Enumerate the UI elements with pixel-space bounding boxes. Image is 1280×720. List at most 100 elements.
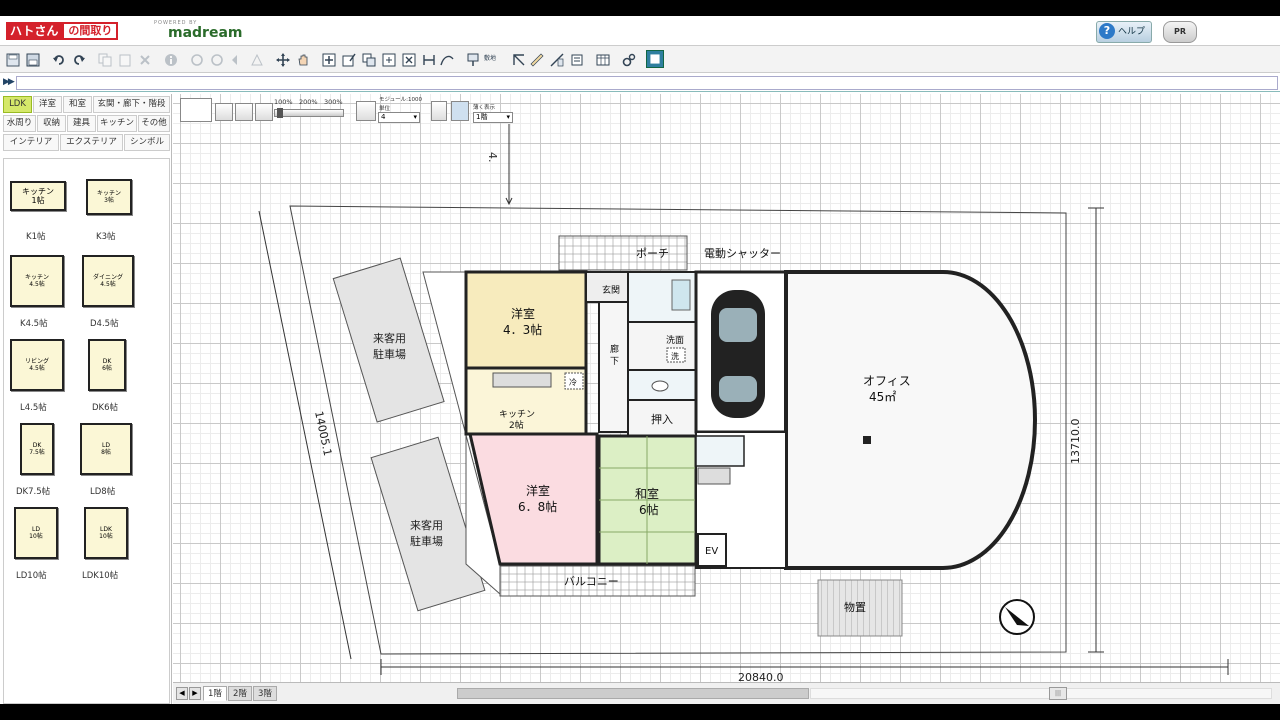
- info-icon[interactable]: [164, 52, 178, 66]
- closet-label: 押入: [651, 412, 673, 426]
- width-dimension-label: 20840.0: [738, 671, 784, 682]
- canvas-control-strip: 100% 200% 300% モジュール:1000 単位 4 薄く表示 1階: [173, 94, 1280, 142]
- zoom-actual-button[interactable]: [235, 103, 253, 121]
- flip-icon[interactable]: [250, 52, 264, 66]
- horizontal-scrollbar[interactable]: [457, 688, 809, 699]
- brand-logo: madream: [168, 25, 243, 41]
- paint-icon[interactable]: [570, 52, 584, 66]
- expand-arrow-icon[interactable]: ▶▶: [3, 77, 15, 87]
- add-point-icon[interactable]: [322, 52, 336, 67]
- part-thumbnail: キッチン 1帖: [10, 181, 66, 211]
- measure-icon[interactable]: [530, 52, 544, 67]
- split-icon[interactable]: [422, 52, 436, 66]
- tab-ldk[interactable]: LDK: [3, 96, 32, 113]
- part-caption: K1帖: [26, 232, 46, 242]
- toilet-room-2[interactable]: [695, 435, 745, 467]
- next-floor-button[interactable]: ▶: [189, 687, 201, 700]
- floor-tab-2[interactable]: 2階: [228, 686, 252, 701]
- cut-icon[interactable]: [402, 52, 416, 67]
- delete-icon[interactable]: [138, 52, 152, 66]
- zoom-slider[interactable]: [274, 108, 344, 118]
- floor-plan[interactable]: 4. 20840.0 13710.0 14005.1 来客用 駐車場 来客用 駐…: [173, 94, 1280, 682]
- tab-exterior[interactable]: エクステリア: [60, 134, 123, 151]
- copy-icon[interactable]: [98, 52, 112, 67]
- tab-kitchen[interactable]: キッチン: [97, 115, 137, 132]
- mirror-icon[interactable]: [230, 52, 244, 66]
- paste-icon[interactable]: [118, 52, 132, 67]
- tab-symbol[interactable]: シンボル: [124, 134, 170, 151]
- new-icon[interactable]: [6, 52, 20, 67]
- help-button[interactable]: ? ヘルプ: [1096, 21, 1152, 43]
- tab-japanese-room[interactable]: 和室: [63, 96, 92, 113]
- part-caption: K3帖: [96, 232, 116, 242]
- part-thumbnail: LD 8帖: [80, 423, 132, 475]
- undo-icon[interactable]: [52, 52, 66, 66]
- hand-icon[interactable]: [296, 52, 310, 66]
- compass-icon[interactable]: [999, 599, 1035, 635]
- layer-view-button[interactable]: [451, 101, 469, 121]
- command-bar: ▶▶: [0, 74, 1280, 92]
- table-icon[interactable]: [596, 52, 610, 66]
- help-icon: ?: [1099, 23, 1115, 39]
- join-icon[interactable]: [382, 52, 396, 67]
- prev-floor-button[interactable]: ◀: [176, 687, 188, 700]
- tab-water[interactable]: 水周り: [3, 115, 36, 132]
- washroom[interactable]: [627, 321, 697, 371]
- zoom-slider-knob[interactable]: [277, 108, 283, 118]
- height-dimension-label: 13710.0: [1069, 419, 1082, 465]
- floor-tab-3[interactable]: 3階: [253, 686, 277, 701]
- display-floor-select[interactable]: 1階: [473, 112, 513, 123]
- save-icon[interactable]: [26, 52, 40, 67]
- kitchen-size: 2帖: [509, 419, 524, 431]
- parking-1-label-line1: 来客用: [373, 331, 406, 345]
- parts-list: キッチン 1帖 K1帖 キッチン 3帖 K3帖 キッチン 4.5帖 K4.5帖 …: [3, 158, 170, 704]
- pan-button[interactable]: [255, 103, 273, 121]
- office-size: 45㎡: [869, 390, 896, 404]
- layer-copy-button[interactable]: [431, 101, 447, 121]
- module-select[interactable]: 4: [378, 112, 420, 123]
- rotate-left-icon[interactable]: [190, 52, 204, 66]
- tab-storage[interactable]: 収納: [37, 115, 66, 132]
- office-name: オフィス: [863, 374, 911, 388]
- tab-interior[interactable]: インテリア: [3, 134, 59, 151]
- tab-fittings[interactable]: 建具: [67, 115, 96, 132]
- pr-button[interactable]: PR: [1163, 21, 1197, 43]
- grid-toggle-button[interactable]: [356, 101, 376, 121]
- horizontal-scroll-track[interactable]: [810, 688, 1272, 699]
- unit-label: 単位: [379, 106, 391, 112]
- corridor-room[interactable]: [598, 301, 629, 433]
- floor-tab-1[interactable]: 1階: [203, 686, 227, 701]
- drawing-canvas[interactable]: 4. 20840.0 13710.0 14005.1 来客用 駐車場 来客用 駐…: [173, 94, 1280, 682]
- zoom-window-button[interactable]: [215, 103, 233, 121]
- settings-icon[interactable]: [622, 52, 636, 67]
- edit-shape-icon[interactable]: [342, 52, 356, 67]
- tab-western-room[interactable]: 洋室: [33, 96, 62, 113]
- toilet: [651, 380, 669, 392]
- office-room[interactable]: [784, 270, 1037, 570]
- zoom-100-label: 100%: [274, 98, 293, 106]
- kitchen-counter: [492, 372, 552, 388]
- floor-tab-bar: ◀ ▶ 1階 2階 3階 |||: [173, 682, 1280, 704]
- stamp-icon[interactable]: [466, 52, 480, 66]
- logo-tail-text: の間取り: [62, 22, 119, 40]
- view-fit-button[interactable]: [180, 98, 212, 122]
- redo-icon[interactable]: [72, 52, 86, 66]
- texture-icon[interactable]: [550, 52, 564, 67]
- ground-button[interactable]: 敷地: [484, 52, 504, 66]
- part-thumbnail: DK 6帖: [88, 339, 126, 391]
- part-caption: L4.5帖: [20, 403, 47, 413]
- parts-sidebar: LDK 洋室 和室 玄関・廊下・階段 水周り 収納 建具 キッチン その他 イン…: [0, 94, 172, 704]
- tab-entrance-hall-stairs[interactable]: 玄関・廊下・階段: [93, 96, 170, 113]
- export-icon[interactable]: [646, 50, 664, 68]
- office-pillar: [863, 436, 871, 444]
- tab-other[interactable]: その他: [138, 115, 170, 132]
- group-icon[interactable]: [362, 52, 376, 67]
- command-input[interactable]: [16, 76, 1278, 90]
- scroll-thumb[interactable]: |||: [1049, 687, 1067, 700]
- part-thumbnail: LD 10帖: [14, 507, 58, 559]
- move-icon[interactable]: [276, 52, 290, 67]
- rotate-right-icon[interactable]: [210, 52, 224, 66]
- zoom-300-label: 300%: [324, 98, 343, 106]
- align-icon[interactable]: [512, 52, 526, 66]
- path-icon[interactable]: [440, 52, 454, 66]
